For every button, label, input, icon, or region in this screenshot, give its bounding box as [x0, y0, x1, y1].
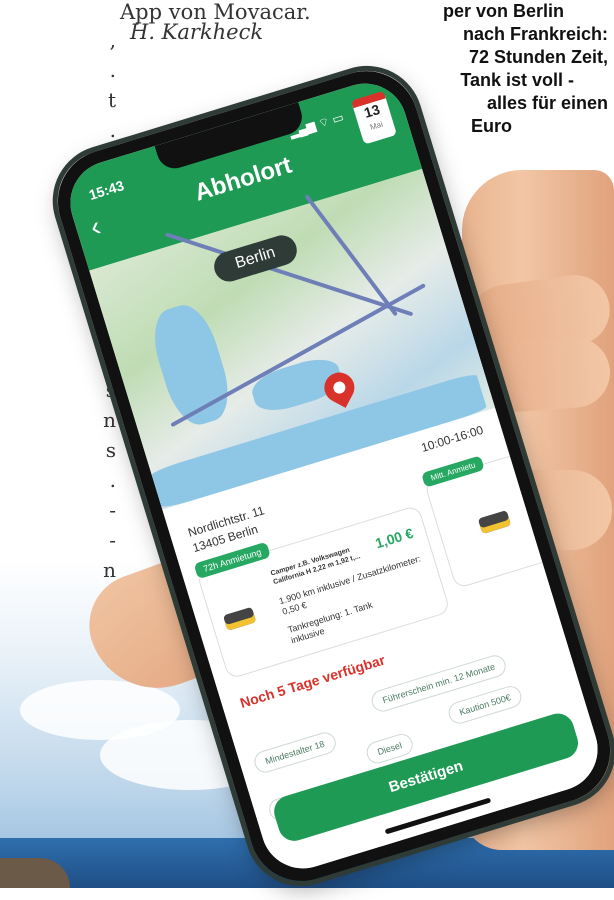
caption-line: 72 Stunden Zeit, [468, 47, 608, 67]
text-fragment: . [109, 58, 116, 82]
camper-van-icon [477, 510, 512, 535]
text-fragment: - [109, 498, 116, 522]
text-fragment: s [105, 438, 116, 462]
text-fragment: - [109, 528, 116, 552]
caption-line: Euro [470, 116, 512, 136]
caption-line-2: H. Karkheck [130, 20, 264, 44]
caption-line: Tank ist voll - [460, 70, 574, 90]
calendar-month: Mai [368, 119, 384, 132]
text-fragment: . [109, 468, 116, 492]
offer-tag: Mitt. Anmietu [421, 455, 485, 488]
status-time: 15:43 [86, 177, 126, 203]
caption-line: nach Frankreich: [462, 24, 608, 44]
text-fragment: n [103, 558, 116, 582]
caption-line: alles für einen [486, 93, 608, 113]
pickup-time: 10:00-16:00 [419, 422, 485, 455]
road [304, 194, 398, 317]
city-label[interactable]: Berlin [210, 231, 301, 286]
text-fragment: . [109, 118, 116, 142]
text-fragment: , [109, 28, 116, 52]
chip-min-age: Mindestalter 18 [251, 729, 339, 776]
chip-deposit: Kaution 500€ [445, 683, 525, 727]
camper-van-icon [222, 606, 257, 631]
caption-line: per von Berlin [442, 1, 564, 21]
offer-price: 1,00 € [373, 524, 416, 552]
text-fragment: t [107, 88, 116, 112]
photo-caption: per von Berlin nach Frankreich: 72 Stund… [443, 0, 608, 138]
